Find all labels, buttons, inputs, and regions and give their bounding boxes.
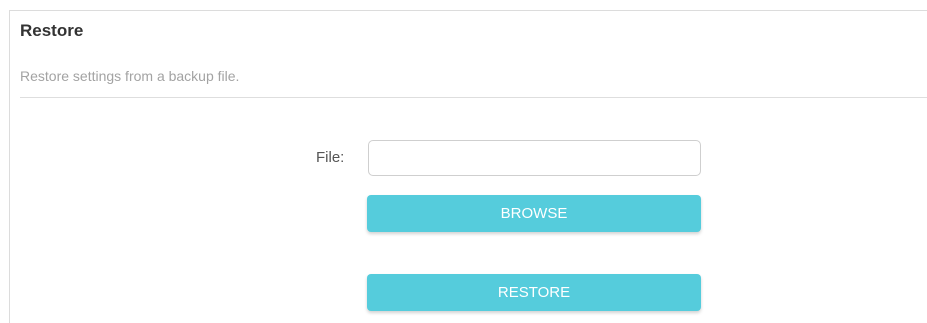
panel-top-border [9,10,927,11]
section-title: Restore [20,21,84,40]
section-divider [20,97,927,98]
panel-left-border [9,10,10,323]
file-label: File: [316,149,345,166]
browse-button[interactable]: BROWSE [367,195,701,232]
file-input[interactable] [368,140,701,176]
section-description: Restore settings from a backup file. [20,68,240,84]
restore-panel: Restore Restore settings from a backup f… [0,0,927,323]
restore-button[interactable]: RESTORE [367,274,701,311]
